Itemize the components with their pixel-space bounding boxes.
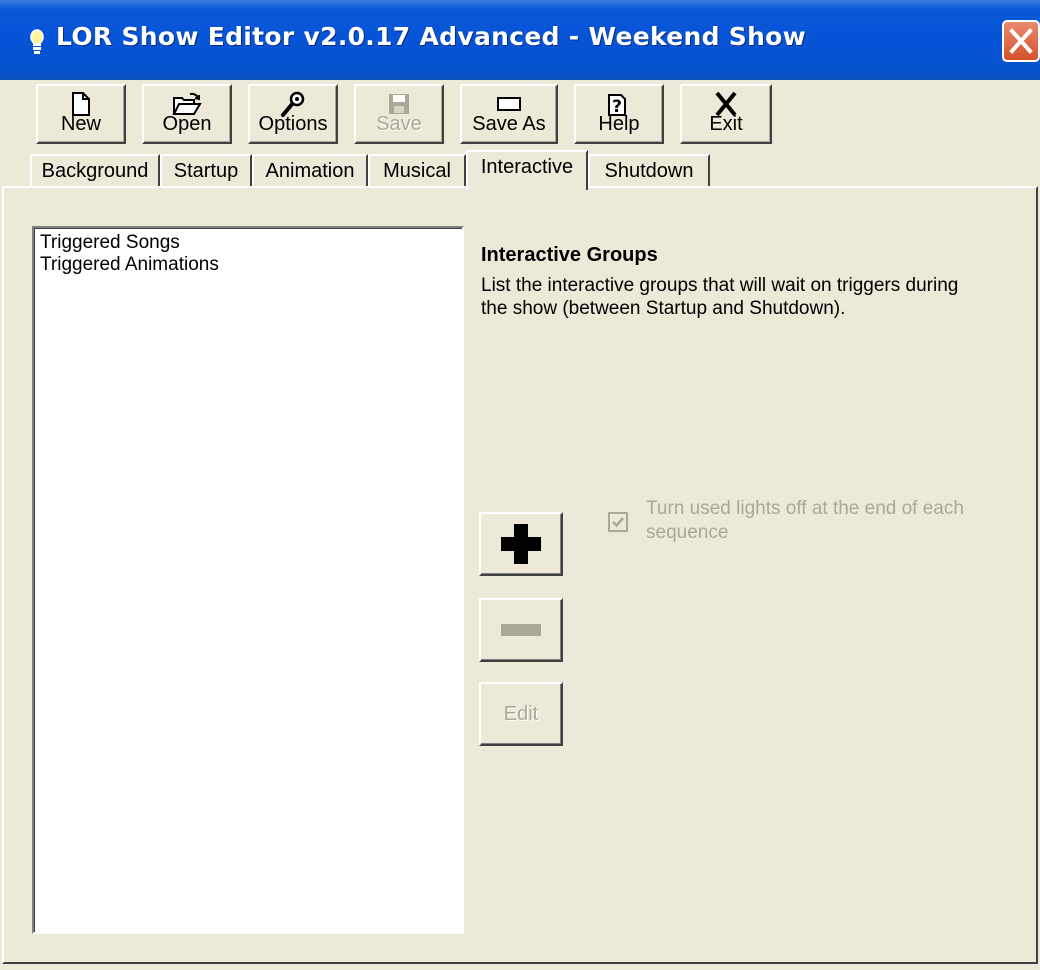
tab-animation[interactable]: Animation (252, 154, 368, 188)
new-button[interactable]: New (36, 84, 126, 144)
lights-off-label: Turn used lights off at the end of each … (646, 498, 964, 543)
tab-shutdown[interactable]: Shutdown (588, 154, 710, 188)
help-button[interactable]: ? Help (574, 84, 664, 144)
save-button[interactable]: Save (354, 84, 444, 144)
lights-off-checkbox[interactable] (608, 512, 628, 532)
add-group-button[interactable] (479, 512, 563, 576)
list-item[interactable]: Triggered Animations (40, 254, 456, 276)
options-button-label: Options (258, 113, 328, 135)
section-description: List the interactive groups that will wa… (481, 275, 959, 319)
options-button[interactable]: Options (248, 84, 338, 144)
tab-musical[interactable]: Musical (368, 154, 466, 188)
tab-background[interactable]: Background (30, 154, 160, 188)
list-item[interactable]: Triggered Songs (40, 232, 456, 254)
save-as-button-label: Save As (472, 113, 546, 135)
app-bulb-icon (28, 28, 46, 56)
section-heading: Interactive Groups (481, 244, 658, 266)
checkmark-icon (612, 517, 624, 528)
minus-icon (501, 624, 541, 636)
tab-interactive[interactable]: Interactive (466, 150, 588, 190)
tab-startup[interactable]: Startup (160, 154, 252, 188)
remove-group-button[interactable] (479, 598, 563, 662)
open-button-label: Open (162, 113, 212, 135)
app-window: LOR Show Editor v2.0.17 Advanced - Weeke… (0, 0, 1040, 970)
exit-button-label: Exit (709, 113, 743, 135)
window-title: LOR Show Editor v2.0.17 Advanced - Weeke… (56, 22, 807, 51)
plus-icon (501, 524, 541, 564)
edit-group-button[interactable]: Edit (479, 682, 563, 746)
help-button-label: Help (598, 113, 640, 135)
title-bar[interactable]: LOR Show Editor v2.0.17 Advanced - Weeke… (0, 0, 1040, 80)
close-icon (1009, 28, 1033, 54)
save-as-button[interactable]: Save As (460, 84, 558, 144)
toolbar: New Open Options Save Save As ? Help Exi… (0, 80, 1040, 150)
edit-button-label: Edit (503, 702, 539, 725)
tab-strip: Background Startup Animation Musical Int… (0, 150, 1040, 190)
open-button[interactable]: Open (142, 84, 232, 144)
close-window-button[interactable] (1002, 20, 1040, 62)
interactive-groups-list[interactable]: Triggered Songs Triggered Animations (32, 226, 464, 934)
exit-button[interactable]: Exit (680, 84, 772, 144)
new-button-label: New (60, 113, 101, 135)
save-button-label: Save (376, 113, 422, 135)
